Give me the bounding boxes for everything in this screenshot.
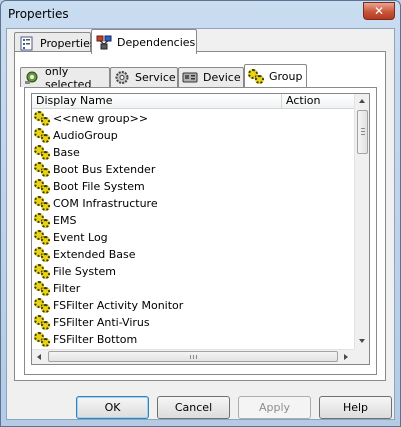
list-item-label: Base [53,146,80,159]
list-item-label: File System [53,265,116,278]
vertical-scroll-thumb[interactable] [357,110,368,154]
list-item[interactable]: Boot File System [32,178,354,195]
group-gears-icon [248,68,264,84]
tab-properties-label: Properties [40,37,96,50]
group-gears-icon [34,281,50,296]
group-gears-icon [34,145,50,160]
group-gears-icon [34,298,50,313]
dependencies-icon [96,35,112,50]
list-item[interactable]: Filter [32,280,354,297]
close-icon: ✕ [373,4,385,18]
list-item[interactable]: FSFilter Anti-Virus [32,314,354,331]
list-item[interactable]: Base [32,144,354,161]
list-item-label: Extended Base [53,248,136,261]
group-gears-icon [34,179,50,194]
list-item[interactable]: COM Infrastructure [32,195,354,212]
vertical-scrollbar[interactable] [354,94,369,349]
column-header-action[interactable]: Action [282,94,354,109]
list-item[interactable]: EMS [32,212,354,229]
group-gears-icon [34,196,50,211]
selected-tree-icon [24,70,40,85]
horizontal-scrollbar[interactable] [32,349,354,364]
tab-service[interactable]: Service [110,67,178,87]
tab-group[interactable]: Group [244,64,307,87]
list-item-label: Event Log [53,231,108,244]
list-item[interactable]: <<new group>> [32,110,354,127]
window-title: Properties [8,7,69,21]
dialog-client-area: Properties Dependencies only selected Se… [6,28,395,420]
list-item-label: FSFilter Anti-Virus [53,316,150,329]
group-gears-icon [34,111,50,126]
group-gears-icon [34,230,50,245]
group-gears-icon [34,332,50,347]
list-item[interactable]: Boot Bus Extender [32,161,354,178]
list-item[interactable]: FSFilter Activity Monitor [32,297,354,314]
list-rows: <<new group>> AudioGroup Base Boot Bus Exte… [32,110,354,350]
tab-group-label: Group [269,69,303,83]
scroll-left-icon[interactable] [37,354,41,360]
ok-button[interactable]: OK [76,396,149,419]
list-item-label: Boot Bus Extender [53,163,156,176]
list-item[interactable]: AudioGroup [32,127,354,144]
group-gears-icon [34,315,50,330]
scroll-right-icon[interactable] [344,354,348,360]
cancel-button[interactable]: Cancel [157,396,230,419]
title-bar[interactable]: Properties ✕ [1,1,400,28]
group-gears-icon [34,213,50,228]
tab-only-selected[interactable]: only selected [20,65,110,91]
scroll-up-icon[interactable] [359,99,365,103]
list-header: Display Name Action [32,94,354,109]
tab-device[interactable]: Device [178,67,244,87]
list-item-label: EMS [53,214,77,227]
tab-service-label: Service [135,71,176,84]
tab-dependencies[interactable]: Dependencies [91,29,197,54]
apply-button[interactable]: Apply [238,396,311,419]
list-item-label: Boot File System [53,180,145,193]
horizontal-scroll-thumb[interactable] [48,351,338,362]
group-gears-icon [34,264,50,279]
properties-sheet-icon [19,36,35,51]
list-item-label: FSFilter Activity Monitor [53,299,184,312]
group-gears-icon [34,162,50,177]
tab-dependencies-label: Dependencies [117,35,196,49]
scroll-down-icon[interactable] [359,339,365,343]
device-card-icon [182,70,198,85]
list-item[interactable]: Extended Base [32,246,354,263]
group-list[interactable]: Display Name Action <<new group>> AudioGr… [31,93,370,365]
service-gear-icon [114,70,130,85]
group-gears-icon [34,247,50,262]
list-item-label: AudioGroup [53,129,118,142]
help-button[interactable]: Help [319,396,392,419]
list-item-label: <<new group>> [53,112,149,125]
group-gears-icon [34,128,50,143]
column-header-display-name[interactable]: Display Name [32,94,281,109]
scrollbar-corner [354,349,369,364]
list-item-label: FSFilter Bottom [53,333,138,346]
list-item-label: Filter [53,282,81,295]
group-panel: Display Name Action <<new group>> AudioGr… [24,87,377,375]
dependencies-panel: only selected Service Device Group Displ… [14,51,386,381]
close-button[interactable]: ✕ [363,2,395,20]
list-item[interactable]: FSFilter Bottom [32,331,354,348]
properties-window: Properties ✕ Properties Dependencies onl… [0,0,401,427]
list-item-label: COM Infrastructure [53,197,158,210]
tab-device-label: Device [203,71,241,84]
list-item[interactable]: Event Log [32,229,354,246]
list-item[interactable]: File System [32,263,354,280]
